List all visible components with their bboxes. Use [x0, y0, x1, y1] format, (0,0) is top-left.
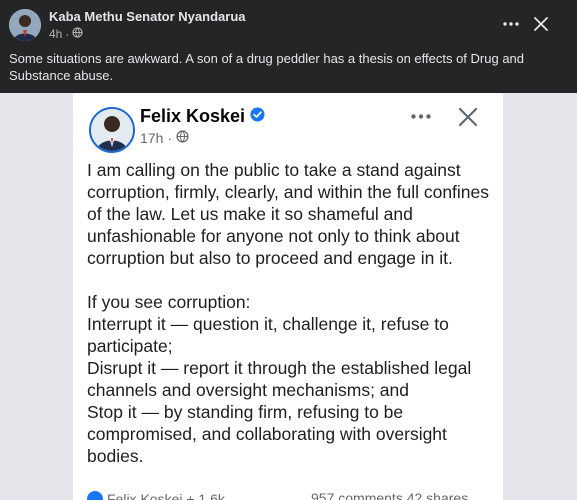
- body-line: If you see corruption:: [87, 292, 251, 312]
- comments-shares-count: 957 comments 42 shares: [311, 490, 469, 500]
- shared-author: Felix Koskei: [140, 106, 265, 127]
- like-reaction-icon: [87, 491, 103, 500]
- shared-post-footer: Felix Koskei + 1.6k 957 comments 42 shar…: [87, 490, 491, 500]
- verified-badge-icon: [250, 106, 265, 127]
- body-paragraph: I am calling on the public to take a sta…: [87, 160, 490, 268]
- body-line: Interrupt it — question it, challenge it…: [87, 314, 449, 356]
- post-meta: 4h ·: [49, 27, 84, 41]
- close-icon[interactable]: [529, 10, 553, 38]
- more-options-icon: [404, 103, 438, 129]
- globe-icon: [176, 130, 189, 146]
- author-name[interactable]: Kaba Methu Senator Nyandarua: [49, 9, 246, 24]
- post-time[interactable]: 4h: [49, 27, 62, 41]
- outer-post: Kaba Methu Senator Nyandarua 4h · Some s…: [0, 0, 577, 93]
- post-text: Some situations are awkward. A son of a …: [9, 51, 525, 83]
- shared-post-meta: 17h ·: [140, 130, 189, 146]
- avatar[interactable]: [9, 9, 41, 41]
- more-options-icon[interactable]: [497, 10, 525, 38]
- reaction-count: Felix Koskei + 1.6k: [107, 491, 225, 500]
- globe-icon: [72, 27, 84, 41]
- body-line: Stop it — by standing firm, refusing to …: [87, 402, 447, 466]
- shared-author-name: Felix Koskei: [140, 106, 246, 126]
- close-icon: [454, 103, 482, 131]
- shared-post-body: I am calling on the public to take a sta…: [87, 159, 491, 467]
- shared-post-time: 17h: [140, 130, 164, 146]
- body-line: Disrupt it — report it through the estab…: [87, 358, 472, 400]
- shared-post-screenshot: Felix Koskei 17h · I am calling on the p…: [73, 93, 503, 500]
- avatar: [89, 107, 135, 153]
